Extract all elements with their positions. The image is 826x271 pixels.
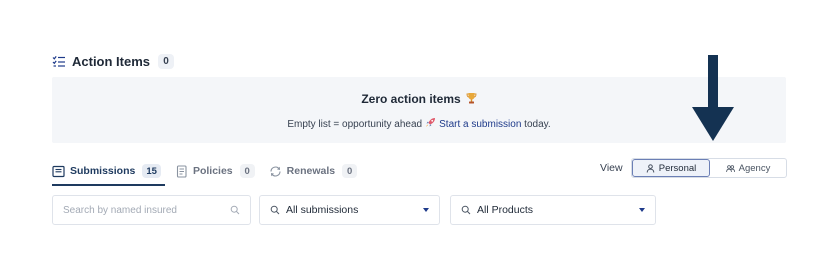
tab-policies-count: 0 [239, 164, 255, 178]
submissions-filter-value: All submissions [286, 204, 359, 216]
tab-submissions-count: 15 [142, 164, 161, 178]
search-input[interactable] [63, 204, 230, 216]
chevron-down-icon [639, 208, 645, 212]
search-box [52, 195, 251, 225]
view-personal-label: Personal [658, 162, 697, 174]
tab-policies[interactable]: Policies 0 [175, 156, 257, 186]
list-icon [52, 165, 65, 178]
tab-submissions-label: Submissions [70, 165, 136, 177]
tab-policies-label: Policies [192, 165, 233, 177]
search-icon [270, 205, 280, 215]
tab-renewals-count: 0 [342, 164, 358, 178]
refresh-icon [269, 165, 282, 178]
view-toggle: Personal Agency [631, 158, 787, 178]
tab-renewals-label: Renewals [286, 165, 336, 177]
search-icon [461, 205, 471, 215]
view-agency-label: Agency [738, 162, 771, 174]
action-items-empty-state: Zero action items Empty list = opportuni… [52, 77, 786, 143]
people-icon [725, 164, 735, 173]
view-agency-button[interactable]: Agency [710, 159, 786, 177]
empty-state-description: Empty list = opportunity ahead Start a s… [52, 117, 786, 130]
down-arrow-icon [692, 55, 734, 141]
search-icon [230, 205, 240, 215]
empty-desc-text: Empty list = opportunity ahead [287, 119, 423, 130]
action-items-header: Action Items 0 [52, 52, 175, 70]
rocket-icon [425, 117, 436, 128]
document-icon [175, 164, 188, 178]
empty-desc-suffix: today. [521, 119, 551, 130]
tab-renewals[interactable]: Renewals 0 [269, 156, 359, 186]
chevron-down-icon [423, 208, 429, 212]
submissions-filter-select[interactable]: All submissions [259, 195, 440, 225]
view-label: View [600, 162, 623, 174]
products-filter-value: All Products [477, 204, 534, 216]
action-items-count-badge: 0 [158, 53, 175, 69]
empty-state-title: Zero action items [52, 92, 786, 106]
action-items-title: Action Items [72, 53, 151, 69]
empty-state-title-text: Zero action items [361, 92, 461, 106]
products-filter-select[interactable]: All Products [450, 195, 656, 225]
trophy-icon [466, 92, 477, 104]
tab-submissions[interactable]: Submissions 15 [52, 156, 165, 186]
checklist-icon [52, 54, 66, 68]
start-submission-link[interactable]: Start a submission [439, 119, 521, 130]
tab-bar: Submissions 15 Policies 0 Renewals 0 [52, 156, 359, 186]
view-personal-button[interactable]: Personal [632, 159, 710, 177]
person-icon [646, 163, 655, 173]
